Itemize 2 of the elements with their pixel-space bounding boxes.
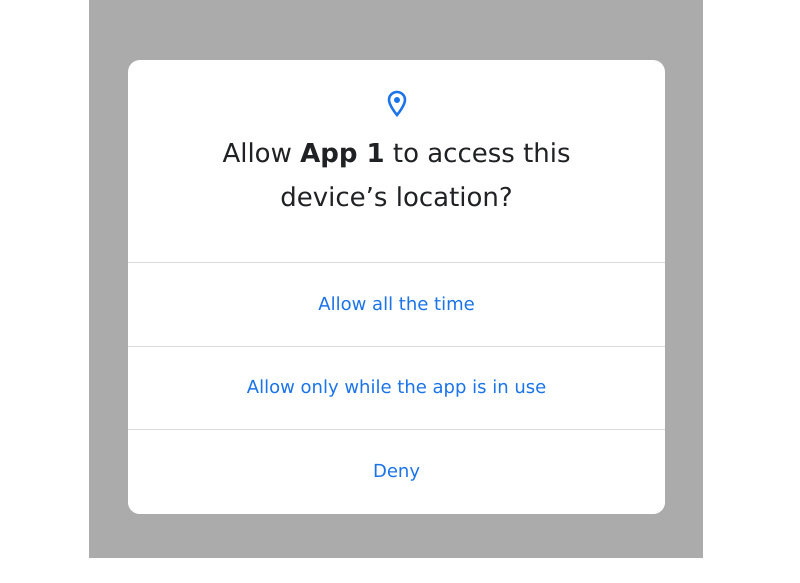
location-pin-icon: [386, 90, 406, 118]
dialog-title: Allow App 1 to access this device’s location?: [221, 138, 572, 215]
